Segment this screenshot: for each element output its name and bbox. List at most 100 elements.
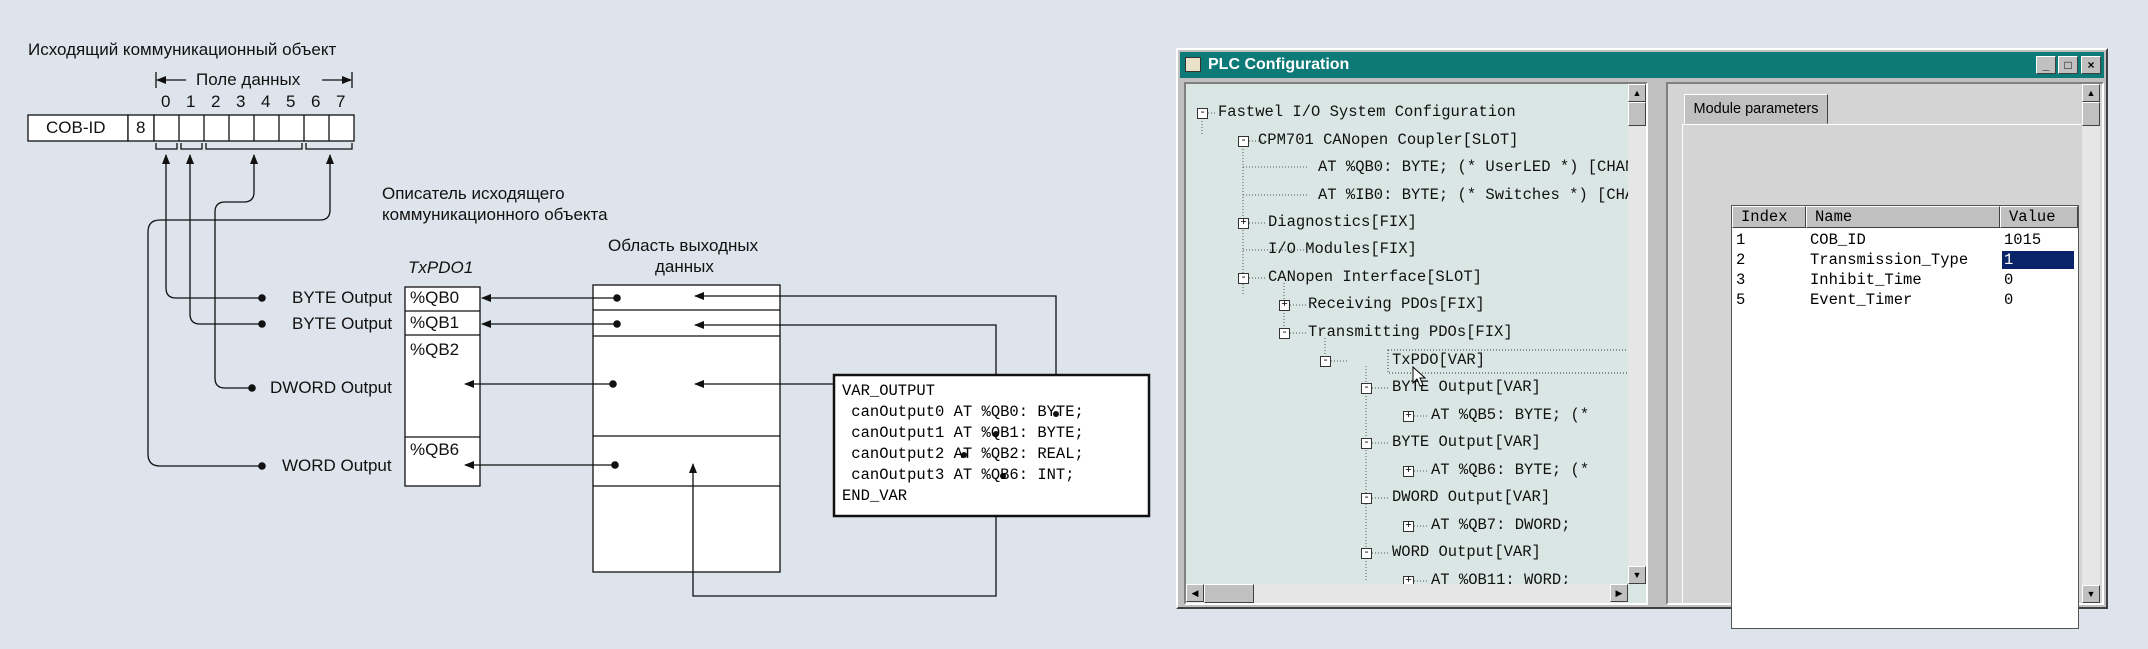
column-header-value[interactable]: Value — [2000, 206, 2078, 228]
output-label: BYTE Output — [292, 288, 393, 307]
dlc-cell: 8 — [136, 118, 146, 137]
expand-icon[interactable]: + — [1403, 521, 1414, 532]
tree-node[interactable]: BYTE Output[VAR] — [1392, 433, 1541, 451]
cell-name: COB_ID — [1810, 231, 1866, 249]
tab-module-parameters[interactable]: Module parameters — [1684, 94, 1828, 124]
scroll-down-arrow-icon[interactable]: ▼ — [2082, 585, 2100, 603]
plc-configuration-window: PLC Configuration _ □ × - Fastwel I/O Sy… — [1176, 48, 2108, 629]
scroll-thumb[interactable] — [1204, 584, 1254, 603]
tree-node[interactable]: AT %QB5: BYTE; (* — [1431, 406, 1589, 424]
title-bar[interactable]: PLC Configuration _ □ × — [1180, 52, 2104, 78]
window-title: PLC Configuration — [1208, 56, 1350, 73]
collapse-icon[interactable]: - — [1361, 438, 1372, 449]
scroll-right-arrow-icon[interactable]: ▶ — [1610, 584, 1628, 602]
tree-node[interactable]: AT %IB0: BYTE; (* Switches *) [CHA — [1318, 186, 1634, 204]
collapse-icon[interactable]: - — [1238, 136, 1249, 147]
output-label: DWORD Output — [270, 378, 392, 397]
code-line: canOutput2 AT %QB2: REAL; — [842, 445, 1084, 463]
output-area-label: данных — [655, 257, 714, 276]
tree-node[interactable]: Diagnostics[FIX] — [1268, 213, 1417, 231]
bit-number: 2 — [211, 92, 221, 111]
bit-number: 0 — [161, 92, 171, 111]
scroll-left-arrow-icon[interactable]: ◀ — [1186, 584, 1204, 602]
code-block: VAR_OUTPUT canOutput0 AT %QB0: BYTE; can… — [842, 382, 1084, 508]
tree-horizontal-scrollbar[interactable]: ◀ ▶ — [1186, 584, 1628, 603]
cell-index: 2 — [1736, 251, 1746, 269]
collapse-icon[interactable]: - — [1197, 108, 1208, 119]
data-field-label: Поле данных — [196, 70, 301, 89]
bit-number-row: 0 1 2 3 4 5 6 7 — [154, 92, 354, 112]
collapse-icon[interactable]: - — [1238, 273, 1249, 284]
descriptor-label: Описатель исходящего — [382, 184, 565, 203]
scroll-up-arrow-icon[interactable]: ▲ — [1628, 84, 1646, 102]
tree-node[interactable]: CPM701 CANopen Coupler[SLOT] — [1258, 131, 1518, 149]
txpdo-label: TxPDO1 — [408, 258, 474, 277]
cell-name: Inhibit_Time — [1810, 271, 1922, 289]
parameters-table: Index Name Value 1 COB_ID 1015 2 Transmi… — [1731, 205, 2079, 629]
qb-cell: %QB6 — [410, 440, 460, 459]
code-line: canOutput1 AT %QB1: BYTE; — [842, 424, 1084, 442]
cell-index: 1 — [1736, 231, 1746, 249]
tree-node[interactable]: AT %QB0: BYTE; (* UserLED *) [CHAN — [1318, 158, 1634, 176]
descriptor-label: коммуникационного объекта — [382, 205, 608, 224]
tree-node-selected[interactable]: TxPDO[VAR] — [1392, 351, 1485, 369]
tree-vertical-scrollbar[interactable]: ▲ ▼ — [1628, 84, 1646, 584]
bit-number: 7 — [336, 92, 346, 111]
column-header-index[interactable]: Index — [1732, 206, 1806, 228]
tree-node[interactable]: WORD Output[VAR] — [1392, 543, 1541, 561]
collapse-icon[interactable]: - — [1361, 548, 1372, 559]
properties-vertical-scrollbar[interactable]: ▲ ▼ — [2082, 84, 2100, 603]
collapse-icon[interactable]: - — [1361, 493, 1372, 504]
qb-cell: %QB0 — [410, 288, 460, 307]
bit-number: 1 — [186, 92, 196, 111]
tree-node[interactable]: CANopen Interface[SLOT] — [1268, 268, 1482, 286]
tree-node[interactable]: Fastwel I/O System Configuration — [1218, 103, 1516, 121]
qb-cell: %QB2 — [410, 340, 460, 359]
cell-value[interactable]: 1015 — [2004, 230, 2041, 250]
scroll-thumb[interactable] — [1628, 102, 1646, 126]
scroll-thumb[interactable] — [2082, 102, 2100, 126]
table-row[interactable]: 1 COB_ID 1015 — [1732, 230, 2078, 250]
scroll-up-arrow-icon[interactable]: ▲ — [2082, 84, 2100, 102]
bit-number: 6 — [311, 92, 321, 111]
scroll-down-arrow-icon[interactable]: ▼ — [1628, 566, 1646, 584]
cell-value-editing[interactable]: 1 — [2002, 251, 2074, 269]
cob-id-cell: COB-ID — [46, 118, 106, 137]
qb-cell: %QB1 — [410, 313, 460, 332]
configuration-tree[interactable]: - Fastwel I/O System Configuration - CPM… — [1184, 82, 1648, 605]
collapse-icon[interactable]: - — [1279, 328, 1290, 339]
code-line: canOutput0 AT %QB0: BYTE; — [842, 403, 1084, 421]
properties-pane: Module parameters Index Name Value 1 COB… — [1666, 82, 2104, 629]
tree-node[interactable]: I/O Modules[FIX] — [1268, 240, 1417, 258]
splitter[interactable] — [1650, 82, 1664, 605]
bit-number: 4 — [261, 92, 271, 111]
cell-value[interactable]: 0 — [2004, 270, 2013, 290]
expand-icon[interactable]: + — [1238, 218, 1249, 229]
cell-name: Transmission_Type — [1810, 251, 1969, 269]
cell-value[interactable]: 0 — [2004, 290, 2013, 310]
maximize-button[interactable]: □ — [2058, 56, 2078, 74]
bit-number: 3 — [236, 92, 246, 111]
collapse-icon[interactable]: - — [1320, 356, 1331, 367]
collapse-icon[interactable]: - — [1361, 383, 1372, 394]
close-button[interactable]: × — [2081, 56, 2101, 74]
code-line: canOutput3 AT %QB6: INT; — [842, 466, 1075, 484]
tree-node[interactable]: AT %QB7: DWORD; — [1431, 516, 1571, 534]
expand-icon[interactable]: + — [1403, 466, 1414, 477]
cell-index: 3 — [1736, 271, 1746, 289]
tree-node[interactable]: Receiving PDOs[FIX] — [1308, 295, 1485, 313]
expand-icon[interactable]: + — [1279, 300, 1290, 311]
column-header-name[interactable]: Name — [1806, 206, 2000, 228]
tree-node[interactable]: DWORD Output[VAR] — [1392, 488, 1550, 506]
table-row[interactable]: 2 Transmission_Type 1 — [1732, 250, 2078, 270]
minimize-button[interactable]: _ — [2036, 56, 2056, 74]
tree-node[interactable]: AT %QB6: BYTE; (* — [1431, 461, 1589, 479]
output-label: BYTE Output — [292, 314, 393, 333]
tree-node[interactable]: Transmitting PDOs[FIX] — [1308, 323, 1513, 341]
expand-icon[interactable]: + — [1403, 411, 1414, 422]
cell-name: Event_Timer — [1810, 291, 1913, 309]
table-row[interactable]: 3 Inhibit_Time 0 — [1732, 270, 2078, 290]
mouse-cursor-icon — [1412, 366, 1427, 387]
table-row[interactable]: 5 Event_Timer 0 — [1732, 290, 2078, 310]
diagram-title: Исходящий коммуникационный объект — [28, 40, 337, 59]
